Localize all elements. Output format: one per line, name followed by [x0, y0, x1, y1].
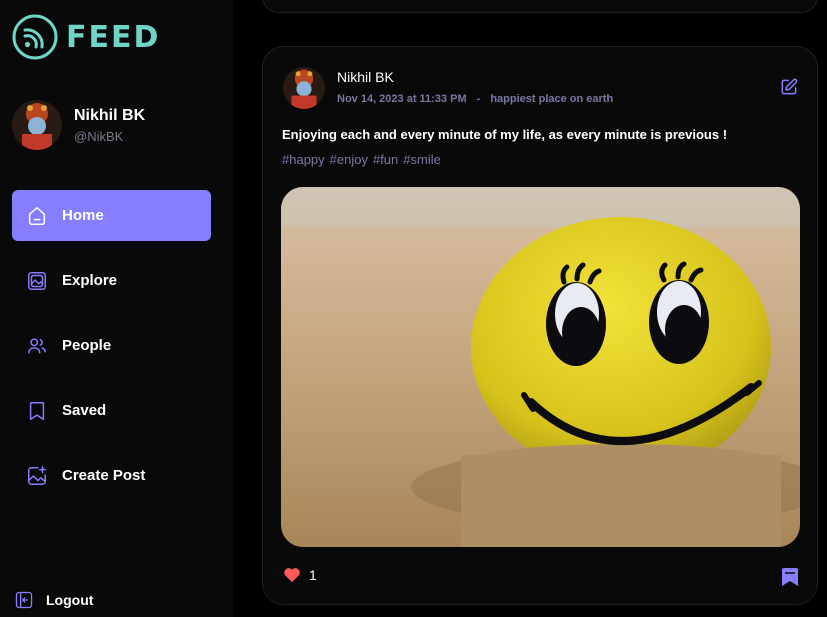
- logout-button[interactable]: Logout: [14, 590, 93, 610]
- logout-icon: [15, 591, 33, 609]
- post-actions: 1: [283, 567, 317, 583]
- bookmark-icon[interactable]: [782, 568, 798, 586]
- profile-handle: @NikBK: [74, 128, 124, 144]
- heart-icon[interactable]: [283, 567, 301, 583]
- post-meta-separator: -: [476, 93, 481, 105]
- logo[interactable]: FEED: [12, 14, 160, 60]
- sidebar-item-home[interactable]: Home: [12, 190, 211, 241]
- edit-icon[interactable]: [779, 77, 799, 97]
- people-icon: [28, 337, 46, 353]
- post-image[interactable]: [281, 187, 800, 547]
- sidebar-nav: Home Explore People Saved Create Post: [12, 190, 211, 515]
- gallery-icon: [28, 271, 46, 290]
- post-meta: Nov 14, 2023 at 11:33 PM - happiest plac…: [337, 93, 613, 105]
- sidebar-item-explore[interactable]: Explore: [12, 255, 211, 306]
- home-icon: [28, 206, 46, 225]
- logout-label: Logout: [46, 592, 94, 608]
- post-author-name[interactable]: Nikhil BK: [337, 69, 613, 85]
- sidebar-item-label: Saved: [62, 402, 107, 419]
- sidebar-item-label: Create Post: [62, 467, 146, 484]
- post-caption: Enjoying each and every minute of my lif…: [282, 127, 728, 142]
- logo-text: FEED: [66, 19, 161, 55]
- profile-summary[interactable]: Nikhil BK @NikBK: [12, 100, 145, 150]
- avatar: [12, 100, 62, 150]
- like-count: 1: [309, 567, 317, 583]
- sidebar-item-label: Explore: [62, 272, 118, 289]
- bookmark-icon: [29, 401, 45, 420]
- post-tag[interactable]: #smile: [403, 152, 441, 167]
- previous-post-card: [262, 0, 818, 13]
- sidebar-item-people[interactable]: People: [12, 320, 211, 371]
- post-tag[interactable]: #happy: [282, 152, 325, 167]
- sidebar: FEED Nikhil BK @NikBK Home Explore Peopl…: [0, 0, 233, 617]
- post-tags: #happy #enjoy #fun #smile: [282, 152, 441, 167]
- sidebar-item-label: People: [62, 337, 112, 354]
- profile-name: Nikhil BK: [74, 106, 146, 124]
- post-card: Nikhil BK Nov 14, 2023 at 11:33 PM - hap…: [262, 46, 818, 605]
- sidebar-item-create-post[interactable]: Create Post: [12, 450, 211, 501]
- post-header: Nikhil BK Nov 14, 2023 at 11:33 PM - hap…: [283, 67, 613, 109]
- sidebar-item-saved[interactable]: Saved: [12, 385, 211, 436]
- post-tag[interactable]: #fun: [373, 152, 398, 167]
- post-tag[interactable]: #enjoy: [330, 152, 368, 167]
- post-date: Nov 14, 2023 at 11:33 PM: [337, 93, 467, 105]
- post-location: happiest place on earth: [490, 93, 614, 105]
- post-author-avatar[interactable]: [283, 67, 325, 109]
- sidebar-item-label: Home: [62, 207, 104, 224]
- image-add-icon: [28, 465, 46, 485]
- rss-feed-icon: [12, 14, 58, 60]
